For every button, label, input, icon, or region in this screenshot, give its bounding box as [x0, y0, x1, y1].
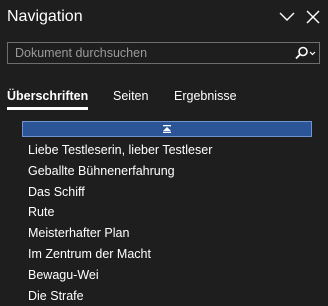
pane-options-button[interactable]	[276, 6, 298, 28]
search-button[interactable]	[292, 44, 318, 62]
heading-item[interactable]: Geballte Bühnenerfahrung	[0, 161, 328, 182]
collapse-up-icon	[163, 125, 171, 133]
heading-item[interactable]: Rute	[0, 202, 328, 223]
nav-tabs: Überschriften Seiten Ergebnisse	[0, 84, 328, 114]
headings-list: Liebe Testleserin, lieber Testleser Geba…	[0, 140, 328, 306]
search-icon	[295, 46, 316, 60]
tab-results[interactable]: Ergebnisse	[174, 88, 237, 110]
heading-item[interactable]: Bewagu-Wei	[0, 265, 328, 286]
collapse-all-bar[interactable]	[22, 121, 312, 137]
search-input[interactable]	[8, 43, 288, 63]
nav-pane-header: Navigation	[0, 0, 328, 36]
tab-pages[interactable]: Seiten	[113, 88, 148, 110]
heading-item[interactable]: Die Strafe	[0, 286, 328, 306]
close-icon	[306, 10, 320, 24]
close-pane-button[interactable]	[302, 6, 324, 28]
tab-headings[interactable]: Überschriften	[7, 88, 89, 110]
pane-title: Navigation	[7, 8, 83, 25]
heading-item[interactable]: Meisterhafter Plan	[0, 223, 328, 244]
heading-item[interactable]: Im Zentrum der Macht	[0, 244, 328, 265]
search-box	[7, 42, 320, 64]
heading-item[interactable]: Liebe Testleserin, lieber Testleser	[0, 140, 328, 161]
chevron-down-icon	[279, 12, 295, 21]
heading-item[interactable]: Das Schiff	[0, 182, 328, 203]
